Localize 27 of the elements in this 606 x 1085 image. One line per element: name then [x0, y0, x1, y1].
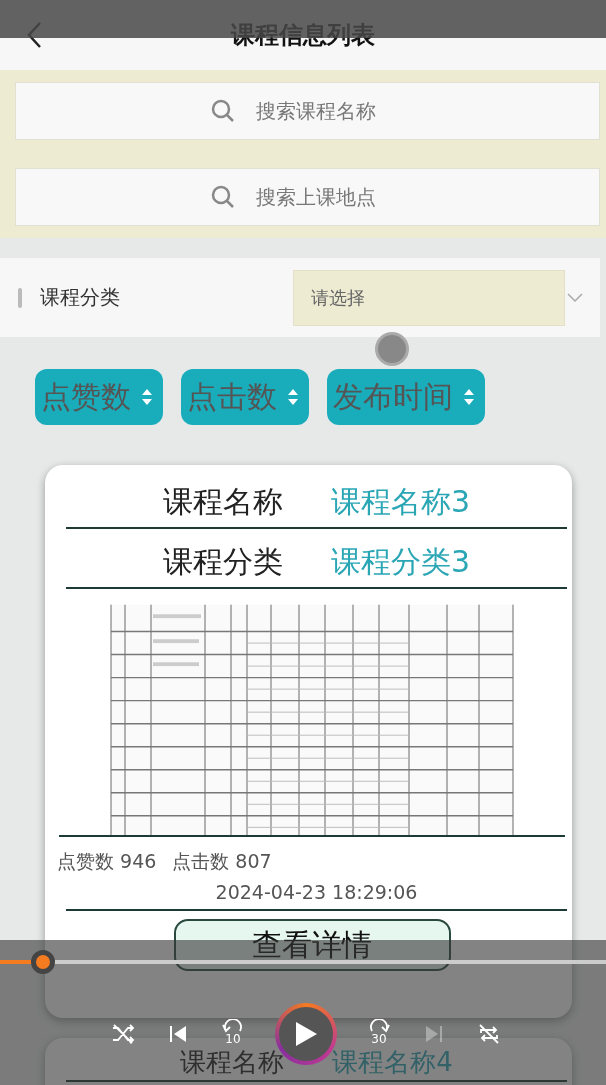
- likes-count: 点赞数 946: [57, 849, 157, 874]
- field-value: 课程名称3: [330, 482, 471, 521]
- search-icon: [209, 98, 236, 124]
- sort-arrows-icon: [287, 388, 299, 406]
- field-value: 课程分类3: [330, 542, 471, 581]
- field-label: 课程名称: [180, 1046, 285, 1079]
- floating-dot[interactable]: [375, 332, 409, 366]
- search-field[interactable]: 搜索上课地点: [255, 185, 406, 209]
- sort-arrows-icon: [141, 388, 153, 406]
- search-field[interactable]: 搜索课程名称: [255, 99, 406, 123]
- play-icon: [293, 1020, 319, 1048]
- field-value: 课程名称4: [332, 1046, 453, 1079]
- clicks-count: 点击数 807: [172, 849, 272, 874]
- forward-button[interactable]: 30: [366, 1019, 392, 1049]
- filter-label: 课程分类: [40, 284, 121, 311]
- publish-date: 2024-04-23 18:29:06: [66, 881, 567, 911]
- sort-button[interactable]: 点击数: [181, 369, 309, 425]
- field-label: 课程名称: [162, 482, 283, 521]
- progress-thumb[interactable]: [31, 950, 56, 974]
- accent-bar: [18, 287, 22, 308]
- field-label: 课程分类: [162, 542, 283, 581]
- category-select[interactable]: 请选择: [293, 269, 565, 326]
- sort-button[interactable]: 发布时间: [327, 369, 485, 425]
- sort-arrows-icon: [463, 388, 475, 406]
- search-icon: [209, 184, 236, 210]
- rewind-button[interactable]: 10: [220, 1019, 246, 1049]
- sort-button[interactable]: 点赞数: [35, 369, 163, 425]
